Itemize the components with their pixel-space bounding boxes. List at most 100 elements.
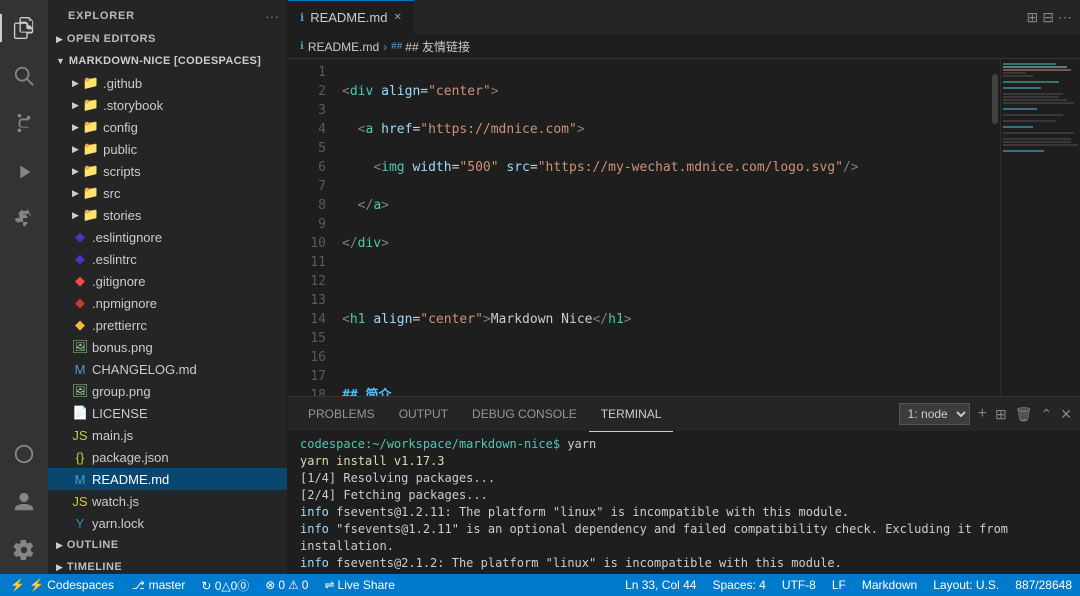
file-icon-eslint: ◆ [72, 251, 88, 267]
editor-wrapper: 1234567891011121314151617181920212223242… [288, 59, 1080, 396]
codespaces-icon: ⚡ [10, 578, 25, 592]
file-icon-npm: ◆ [72, 295, 88, 311]
project-root-header[interactable]: ▼ MARKDOWN-NICE [CODESPACES] [48, 50, 287, 72]
tab-split-icon[interactable]: ⊞ [1027, 9, 1039, 26]
layout-status[interactable]: Layout: U.S. [925, 574, 1007, 596]
tree-item[interactable]: ▶ 📁 public [48, 138, 287, 160]
outline-label: OUTLINE [67, 539, 119, 551]
language-status[interactable]: Markdown [854, 574, 925, 596]
tree-item-readme[interactable]: M README.md [48, 468, 287, 490]
split-terminal-icon[interactable]: ⊞ [995, 406, 1007, 423]
tree-item[interactable]: ◆ .npmignore [48, 292, 287, 314]
breadcrumb: ℹ README.md › ## ## 友情链接 [288, 35, 1080, 59]
activity-icon-settings[interactable] [0, 526, 48, 574]
terminal-dropdown[interactable]: 1: node [899, 403, 970, 425]
tree-item[interactable]: ◆ .eslintrc [48, 248, 287, 270]
outline-header[interactable]: ▶ OUTLINE [48, 534, 287, 556]
activity-icon-search[interactable] [0, 52, 48, 100]
activity-icon-account[interactable] [0, 478, 48, 526]
tree-item-label: README.md [92, 472, 169, 487]
folder-icon: 📁 [83, 97, 99, 113]
maximize-icon[interactable]: ⌃ [1041, 406, 1053, 423]
tree-item[interactable]: JS watch.js [48, 490, 287, 512]
encoding-label: UTF-8 [782, 578, 816, 592]
tab-close-icon[interactable]: ✕ [393, 12, 401, 23]
tree-item-label: .storybook [103, 98, 163, 113]
codespaces-status[interactable]: ⚡ ⚡ Codespaces [0, 574, 124, 596]
tree-item[interactable]: ◆ .prettierrc [48, 314, 287, 336]
tree-item[interactable]: JS main.js [48, 424, 287, 446]
tree-item[interactable]: ▶ 📁 src [48, 182, 287, 204]
live-share-status[interactable]: ⇌ Live Share [316, 574, 402, 596]
spaces-status[interactable]: Spaces: 4 [704, 574, 773, 596]
position-status[interactable]: Ln 33, Col 44 [617, 574, 704, 596]
trash-icon[interactable]: 🗑 [1015, 406, 1033, 423]
branch-label: master [149, 578, 186, 592]
tree-item[interactable]: ▶ 📁 .github [48, 72, 287, 94]
tree-item-label: config [103, 120, 138, 135]
terminal-body[interactable]: codespace:~/workspace/markdown-nice$ yar… [288, 432, 1080, 574]
tree-item[interactable]: 🖼 bonus.png [48, 336, 287, 358]
tree-item[interactable]: M CHANGELOG.md [48, 358, 287, 380]
activity-icon-remote[interactable] [0, 430, 48, 478]
tree-item[interactable]: 🖼 group.png [48, 380, 287, 402]
folder-chevron: ▶ [72, 100, 79, 111]
tree-item-label: .npmignore [92, 296, 157, 311]
error-count: 0 [278, 578, 285, 592]
line-ending-status[interactable]: LF [824, 574, 854, 596]
activity-icon-extensions[interactable] [0, 196, 48, 244]
tree-item[interactable]: ◆ .gitignore [48, 270, 287, 292]
breadcrumb-icon: ℹ [300, 41, 304, 52]
tree-item[interactable]: 📄 LICENSE [48, 402, 287, 424]
errors-status[interactable]: ⊗ 0 ⚠ 0 [257, 574, 316, 596]
file-icon-js: JS [72, 428, 88, 443]
panel-tab-problems[interactable]: PROBLEMS [296, 397, 387, 432]
code-editor[interactable]: <div align="center"> <a href="https://md… [334, 59, 990, 396]
tree-item-label: yarn.lock [92, 516, 144, 531]
add-terminal-icon[interactable]: + [978, 405, 987, 423]
activity-icon-run[interactable] [0, 148, 48, 196]
sidebar-menu-dots[interactable]: ··· [265, 8, 279, 24]
activity-icon-explorer[interactable] [0, 4, 48, 52]
timeline-header[interactable]: ▶ TIMELINE [48, 556, 287, 574]
sync-status[interactable]: ↻ 0△0⓪ [193, 574, 257, 596]
tree-item-label: package.json [92, 450, 169, 465]
spaces-label: Spaces: 4 [712, 578, 765, 592]
file-icon-license: 📄 [72, 405, 88, 421]
open-editors-header[interactable]: ▶ OPEN EDITORS [48, 28, 287, 50]
layout-label: Layout: U.S. [933, 578, 999, 592]
activity-bar [0, 0, 48, 574]
terminal-line: yarn install v1.17.3 [300, 453, 1068, 470]
tab-bar: ℹ README.md ✕ ⊞ ⊟ ⋯ [288, 0, 1080, 35]
tab-readme[interactable]: ℹ README.md ✕ [288, 0, 414, 35]
folder-icon: 📁 [83, 185, 99, 201]
breadcrumb-file[interactable]: README.md [308, 40, 379, 54]
tree-item[interactable]: ▶ 📁 config [48, 116, 287, 138]
tree-item-label: public [103, 142, 137, 157]
file-count-status: 887/28648 [1007, 574, 1080, 596]
tree-item[interactable]: Y yarn.lock [48, 512, 287, 534]
tree-item-label: scripts [103, 164, 141, 179]
close-panel-icon[interactable]: ✕ [1060, 406, 1072, 423]
tree-item[interactable]: ▶ 📁 scripts [48, 160, 287, 182]
panel-tab-debug[interactable]: DEBUG CONSOLE [460, 397, 589, 432]
open-editors-chevron: ▶ [56, 34, 63, 45]
activity-icon-source-control[interactable] [0, 100, 48, 148]
tree-item[interactable]: ▶ 📁 .storybook [48, 94, 287, 116]
terminal-line: info "fsevents@1.2.11" is an optional de… [300, 521, 1068, 555]
folder-chevron: ▶ [72, 188, 79, 199]
tree-item[interactable]: ▶ 📁 stories [48, 204, 287, 226]
branch-status[interactable]: ⎇ master [124, 574, 193, 596]
tab-more-icon[interactable]: ⋯ [1058, 9, 1072, 26]
panel-controls: 1: node + ⊞ 🗑 ⌃ ✕ [899, 403, 1072, 425]
panel-tab-terminal[interactable]: TERMINAL [589, 397, 674, 432]
file-count-label: 887/28648 [1015, 578, 1072, 592]
tree-item[interactable]: ◆ .eslintignore [48, 226, 287, 248]
tree-item[interactable]: {} package.json [48, 446, 287, 468]
tree-item-label: bonus.png [92, 340, 153, 355]
breadcrumb-section[interactable]: ## ## 友情链接 [391, 38, 470, 55]
tab-layout-icon[interactable]: ⊟ [1042, 9, 1054, 26]
editor-scrollbar[interactable] [990, 59, 1000, 396]
panel-tab-output[interactable]: OUTPUT [387, 397, 460, 432]
encoding-status[interactable]: UTF-8 [774, 574, 824, 596]
